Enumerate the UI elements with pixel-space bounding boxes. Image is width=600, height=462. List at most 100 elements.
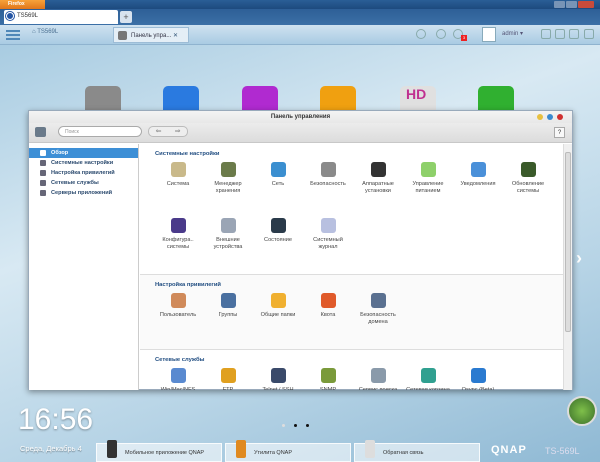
settings-item-icon [170,162,186,177]
bottom-bar-item[interactable]: Обратная связь [354,440,480,462]
settings-item[interactable]: Аппаратные установки [353,162,403,218]
minimize-button[interactable] [554,1,565,8]
search-tool-icon[interactable] [541,29,551,39]
window-title: Панель управления [29,111,572,123]
minimize-icon[interactable] [537,114,543,120]
bottom-bar: Мобильное приложение QNAP Утилита QNAP Обр… [96,440,480,462]
settings-item-icon [170,293,186,308]
settings-item[interactable]: Win/Mac/NFS [153,368,203,390]
settings-item-label: Сеть [271,181,285,187]
display-icon[interactable] [584,29,594,39]
close-icon[interactable]: ✕ [173,33,178,39]
desktop-app-icon[interactable] [242,86,278,112]
forward-button[interactable]: ⇒ [175,127,181,136]
scrollbar[interactable] [563,144,572,390]
desktop-app-icon[interactable] [478,86,514,112]
bottom-bar-item[interactable]: Мобильное приложение QNAP [96,440,222,462]
home-label: TS569L [37,29,59,35]
settings-item-label: Сетевая корзина [406,387,450,390]
settings-item-icon [320,293,336,308]
settings-item[interactable]: FTP [203,368,253,390]
browser-titlebar [0,0,600,9]
settings-item[interactable]: Менеджер хранения [203,162,253,218]
settings-item[interactable]: Уведомления [453,162,503,218]
settings-item[interactable]: Сеть [253,162,303,218]
info-icon[interactable] [555,29,565,39]
user-menu[interactable]: admin ▾ [502,30,523,37]
settings-item[interactable]: Обновление системы [503,162,553,218]
settings-item[interactable]: Безопасность домена [353,293,403,349]
close-icon[interactable] [557,114,563,120]
help-button[interactable]: ? [554,127,565,138]
control-panel-window: Панель управления Поиск ⇐ ⇒ ? Обзор Систем… [28,110,573,390]
settings-item-icon [270,162,286,177]
content-area: Системные настройки Система Менеджер хране… [140,144,563,390]
back-button[interactable]: ⇐ [156,127,162,136]
settings-item[interactable]: Состояние [253,218,303,274]
close-button[interactable] [577,1,594,8]
sidebar-item[interactable]: Обзор [29,148,138,158]
settings-item-icon [270,368,286,383]
settings-item-label: Группы [218,312,238,318]
dashboard-icon[interactable] [569,29,579,39]
settings-item[interactable]: Сервис поиска [353,368,403,390]
bottom-bar-item[interactable]: Утилита QNAP [225,440,351,462]
sidebar-item[interactable]: Сетевые службы [29,178,138,188]
maximize-icon[interactable] [547,114,553,120]
settings-item-label: Управление питанием [412,181,444,194]
firefox-menu-button[interactable]: Firefox [0,0,45,9]
maximize-button[interactable] [565,1,577,8]
desktop-app-icon[interactable]: HD [400,86,436,112]
sidebar-item-icon [40,180,46,186]
control-panel-taskbar-tab[interactable]: Панель упра... ✕ [113,27,189,43]
new-tab-button[interactable]: + [120,11,132,23]
settings-item[interactable]: Квота [303,293,353,349]
settings-item-icon [420,368,436,383]
settings-item[interactable]: Пользователь [153,293,203,349]
main-menu-icon[interactable] [6,29,20,41]
settings-item[interactable]: Сетевая корзина [403,368,453,390]
search-input[interactable]: Поиск [58,126,142,137]
desktop-app-icon[interactable] [85,86,121,112]
settings-item-icon [320,162,336,177]
window-controls[interactable] [554,1,594,8]
home-link[interactable]: ⌂ TS569L [32,29,58,35]
settings-item-label: Сервис поиска [358,387,398,390]
settings-item[interactable]: SNMP [303,368,353,390]
page-indicator[interactable] [282,424,309,427]
section-title: Системные настройки [155,151,220,157]
settings-item[interactable]: Системный журнал [303,218,353,274]
settings-item-icon [370,368,386,383]
dashboard-gauge-icon[interactable] [567,396,597,426]
next-page-arrow[interactable]: › [576,248,582,269]
sidebar-toggle-icon[interactable] [35,127,46,137]
search-icon[interactable] [416,29,426,39]
sidebar-item[interactable]: Системные настройки [29,158,138,168]
settings-item[interactable]: Внешние устройства [203,218,253,274]
sidebar-item[interactable]: Настройка привилегий [29,168,138,178]
settings-item[interactable]: Qsync (Beta) [453,368,503,390]
bottom-item-icon [365,440,375,458]
sidebar-item-icon [40,170,46,176]
settings-item[interactable]: Общие папки [253,293,303,349]
settings-item[interactable]: Безопасность [303,162,353,218]
model-name: TS-569L [545,446,580,456]
background-tasks-icon[interactable] [436,29,446,39]
settings-item[interactable]: Конфигура.. системы [153,218,203,274]
desktop-app-icon[interactable] [320,86,356,112]
settings-item-icon [470,368,486,383]
settings-item[interactable]: Telnet / SSH [253,368,303,390]
sidebar-item-label: Системные настройки [51,160,114,166]
desktop-app-icon[interactable] [163,86,199,112]
section: Настройка привилегий Пользователь Группы Об… [140,275,563,350]
section: Системные настройки Система Менеджер хране… [140,144,563,275]
settings-item-icon [220,218,236,233]
settings-item[interactable]: Группы [203,293,253,349]
settings-item[interactable]: Система [153,162,203,218]
browser-tab[interactable]: TS569L [4,10,118,24]
sidebar-item[interactable]: Серверы приложений [29,188,138,198]
settings-item[interactable]: Управление питанием [403,162,453,218]
settings-item-icon [270,293,286,308]
scrollbar-thumb[interactable] [565,152,571,332]
avatar[interactable] [482,27,496,42]
